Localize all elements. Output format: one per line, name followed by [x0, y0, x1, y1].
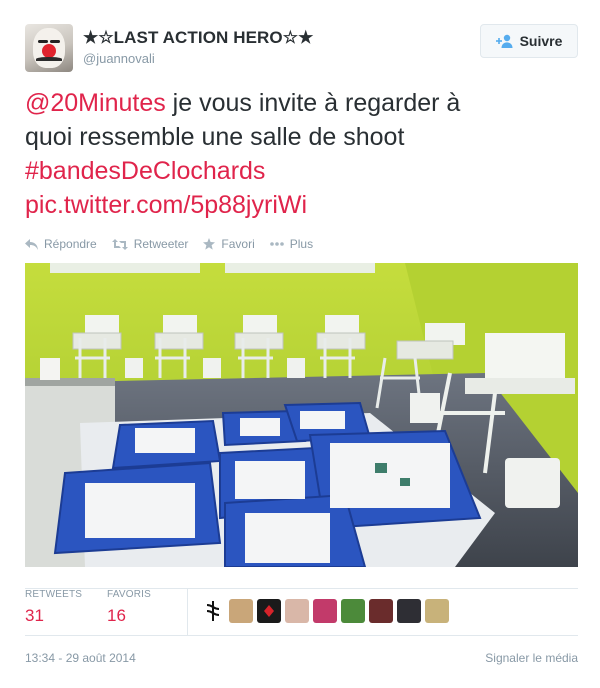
favorites-count: 16: [107, 606, 126, 625]
reply-label: Répondre: [44, 237, 97, 251]
report-media-link[interactable]: Signaler le média: [485, 651, 578, 665]
poster-avatar[interactable]: [397, 599, 421, 623]
tweet-stats: RETWEETS 31 FAVORIS 16: [25, 589, 578, 635]
medical-caduceus-avatar[interactable]: [201, 599, 225, 623]
stats-separator: [187, 589, 188, 635]
star-icon: [203, 238, 216, 250]
hashtag-link[interactable]: #bandesDeClochards: [25, 154, 578, 188]
tweet-text-part: je vous invite à regarder à: [165, 89, 461, 117]
reply-icon: [25, 238, 38, 250]
follow-button-label: Suivre: [519, 33, 563, 49]
tweet-timestamp[interactable]: 13:34 - 29 août 2014: [25, 651, 136, 665]
tweet-actions: Répondre Retweeter Favori Plus: [25, 236, 328, 252]
favorite-action[interactable]: Favori: [203, 237, 255, 251]
favorite-label: Favori: [221, 237, 255, 251]
dark-portrait-avatar[interactable]: [369, 599, 393, 623]
retweet-action[interactable]: Retweeter: [111, 237, 189, 251]
mask-brow-left: [38, 40, 48, 43]
green-figure-avatar[interactable]: [341, 599, 365, 623]
red-card-avatar[interactable]: [257, 599, 281, 623]
mask-brow-right: [50, 40, 60, 43]
portrait-avatar[interactable]: [285, 599, 309, 623]
follow-button[interactable]: Suivre: [480, 24, 578, 58]
tweet-text: @20Minutes je vous invite à regarder à q…: [25, 86, 578, 222]
tweet-line-2: quoi ressemble une salle de shoot: [25, 123, 405, 151]
photo-illustration: [25, 263, 578, 567]
retweet-label: Retweeter: [133, 237, 189, 251]
painting-avatar[interactable]: [229, 599, 253, 623]
user-avatar[interactable]: [25, 24, 73, 72]
retweets-stat[interactable]: RETWEETS 31: [25, 589, 82, 626]
tweet-header: ★☆LAST ACTION HERO☆★ @juannovali Suivre: [25, 24, 578, 72]
more-dots-icon: [269, 242, 284, 246]
tweet-photo[interactable]: [25, 263, 578, 567]
tweet-footer: 13:34 - 29 août 2014 Signaler le média: [25, 651, 578, 665]
pic-link[interactable]: pic.twitter.com/5p88jyriWi: [25, 188, 578, 222]
clown-nose: [42, 44, 56, 58]
mention-link[interactable]: @20Minutes: [25, 89, 166, 117]
retweets-label: RETWEETS: [25, 589, 83, 600]
punk-portrait-avatar[interactable]: [313, 599, 337, 623]
user-display-name[interactable]: ★☆LAST ACTION HERO☆★: [83, 28, 313, 48]
mask-mustache: [36, 57, 62, 61]
reply-action[interactable]: Répondre: [25, 237, 97, 251]
more-label: Plus: [289, 237, 314, 251]
favorites-label: FAVORIS: [107, 589, 152, 600]
sketch-avatar[interactable]: [425, 599, 449, 623]
add-user-icon: [495, 34, 513, 48]
stats-divider-bottom: [25, 635, 578, 636]
favoriter-avatars: [201, 599, 449, 623]
more-action[interactable]: Plus: [269, 237, 314, 251]
retweets-count: 31: [25, 606, 44, 625]
retweet-icon: [111, 238, 128, 250]
favorites-stat[interactable]: FAVORIS 16: [107, 589, 151, 626]
user-handle[interactable]: @juannovali: [83, 51, 155, 66]
tweet-line-1: @20Minutes je vous invite à regarder à: [25, 86, 578, 120]
